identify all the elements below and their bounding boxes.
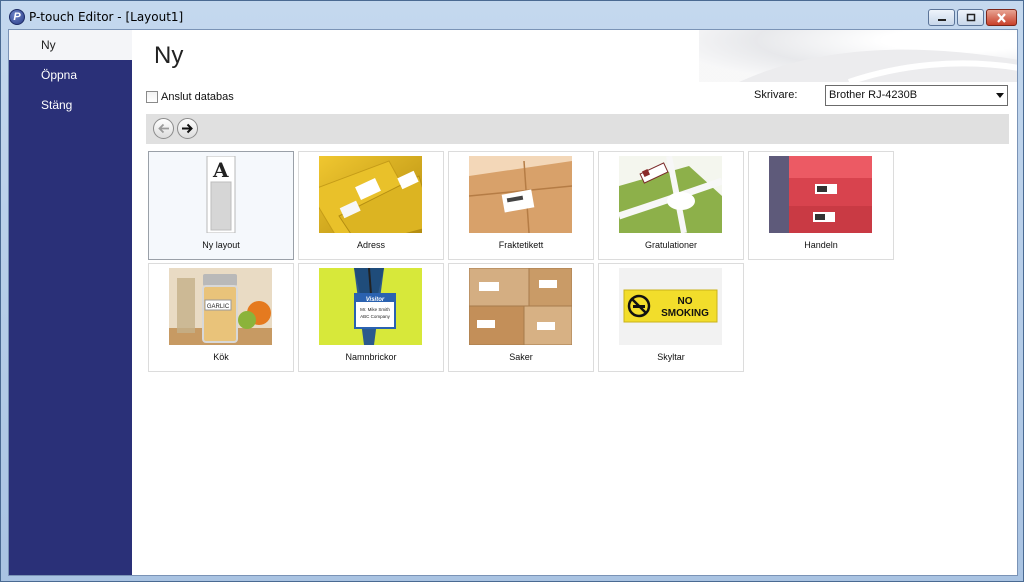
- tile-skyltar[interactable]: NO SMOKING Skyltar: [598, 263, 744, 372]
- tile-ny-layout[interactable]: A Ny layout: [148, 151, 294, 260]
- app-window: P P-touch Editor - [Layout1] Ny Öppna St…: [0, 0, 1024, 582]
- tile-handeln[interactable]: Handeln: [748, 151, 894, 260]
- greetings-thumbnail: [619, 156, 722, 233]
- spice-label-text: GARLIC: [207, 304, 230, 310]
- close-button[interactable]: [986, 9, 1017, 26]
- tile-namnbrickor[interactable]: Visitor Mr. Mike Smith ABC Company Namnb…: [298, 263, 444, 372]
- shipping-label-thumbnail: [469, 156, 572, 233]
- tile-label: Saker: [509, 352, 533, 362]
- printer-select-value: Brother RJ-4230B: [829, 89, 918, 101]
- window-controls: [928, 9, 1017, 26]
- tile-label: Kök: [213, 352, 229, 362]
- badge-company-text: ABC Company: [360, 314, 391, 319]
- tile-label: Skyltar: [657, 352, 685, 362]
- tile-label: Adress: [356, 240, 385, 250]
- header-swoosh-graphic: [739, 49, 1017, 82]
- tile-label: Handeln: [804, 240, 838, 250]
- retail-thumbnail: [769, 156, 872, 233]
- tile-label: Ny layout: [202, 240, 240, 250]
- back-button[interactable]: [153, 118, 174, 139]
- page-title: Ny: [154, 42, 184, 69]
- maximize-button[interactable]: [957, 9, 984, 26]
- sidebar-item-ny[interactable]: Ny: [9, 30, 132, 60]
- navigation-strip: [146, 114, 1009, 144]
- window-title: P-touch Editor - [Layout1]: [29, 10, 184, 24]
- minimize-button[interactable]: [928, 9, 955, 26]
- tile-fraktetikett[interactable]: Fraktetikett: [448, 151, 594, 260]
- forward-button[interactable]: [177, 118, 198, 139]
- main-panel: Ny Anslut databas Skrivare: Brother RJ-4…: [132, 30, 1017, 575]
- connect-database-option[interactable]: Anslut databas: [146, 91, 234, 103]
- printer-select[interactable]: Brother RJ-4230B: [825, 85, 1008, 106]
- tile-gratulationer[interactable]: Gratulationer: [598, 151, 744, 260]
- name-badge-thumbnail: Visitor Mr. Mike Smith ABC Company: [319, 268, 422, 345]
- address-thumbnail: [319, 156, 422, 233]
- close-icon: [997, 12, 1006, 23]
- forward-arrow-icon: [182, 123, 193, 134]
- back-arrow-icon: [158, 123, 169, 134]
- app-logo-icon[interactable]: P: [9, 9, 25, 25]
- connect-database-checkbox[interactable]: [146, 91, 158, 103]
- items-thumbnail: [469, 268, 572, 345]
- tile-label: Fraktetikett: [498, 240, 544, 250]
- signs-thumbnail: NO SMOKING: [619, 268, 722, 345]
- client-area: Ny Öppna Stäng Ny Anslut databas Skrivar…: [8, 29, 1018, 576]
- new-layout-thumbnail: A: [169, 156, 272, 233]
- tile-label: Namnbrickor: [345, 352, 397, 362]
- kitchen-thumbnail: GARLIC: [169, 268, 272, 345]
- sidebar: Ny Öppna Stäng: [9, 30, 132, 575]
- tile-adress[interactable]: Adress: [298, 151, 444, 260]
- printer-label: Skrivare:: [754, 89, 798, 101]
- sign-text-line2: SMOKING: [661, 308, 709, 319]
- badge-name-text: Mr. Mike Smith: [360, 307, 390, 312]
- dropdown-arrow-icon: [996, 93, 1004, 98]
- connect-database-label: Anslut databas: [161, 91, 234, 103]
- title-bar[interactable]: P P-touch Editor - [Layout1]: [1, 1, 1023, 29]
- sidebar-item-stang[interactable]: Stäng: [9, 90, 132, 120]
- sidebar-item-oppna[interactable]: Öppna: [9, 60, 132, 90]
- new-layout-letter: A: [213, 158, 229, 182]
- maximize-icon: [966, 13, 975, 22]
- sign-text-line1: NO: [678, 296, 693, 307]
- minimize-icon: [937, 18, 946, 21]
- tile-label: Gratulationer: [644, 240, 698, 250]
- tile-kok[interactable]: GARLIC Kök: [148, 263, 294, 372]
- badge-title-text: Visitor: [366, 297, 385, 303]
- tile-saker[interactable]: Saker: [448, 263, 594, 372]
